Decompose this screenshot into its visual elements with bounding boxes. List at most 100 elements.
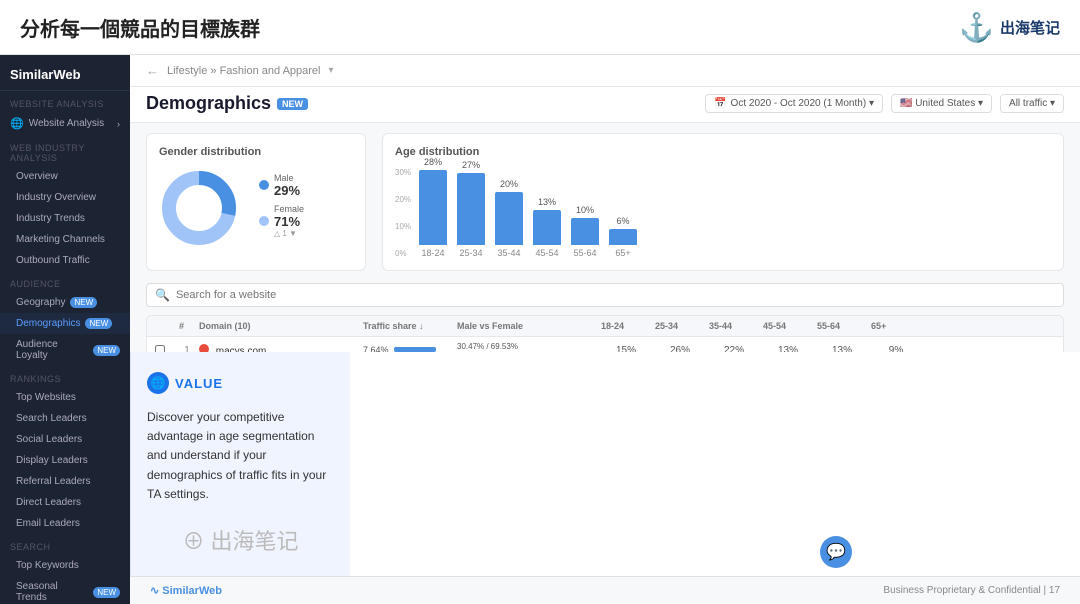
age-bar-group: 10% 55-64 bbox=[571, 205, 599, 258]
mf-cell: 30.47% / 69.53% bbox=[457, 342, 597, 352]
sidebar-section-audience: Audience bbox=[0, 271, 130, 292]
sidebar-item-top-keywords[interactable]: Top Keywords bbox=[0, 555, 130, 576]
chat-button[interactable]: 💬 bbox=[820, 536, 852, 568]
search-bar: 🔍 bbox=[146, 283, 1064, 307]
page-new-badge: NEW bbox=[277, 98, 308, 110]
charts-row: Gender distribution bbox=[146, 133, 1064, 271]
geography-new-badge: NEW bbox=[70, 297, 97, 308]
age-bar bbox=[571, 218, 599, 245]
bottom-legal: Business Proprietary & Confidential | 17 bbox=[883, 585, 1060, 596]
search-input[interactable] bbox=[176, 289, 1055, 301]
sidebar-item-audience-loyalty[interactable]: Audience Loyalty NEW bbox=[0, 334, 130, 366]
page-title-text: Demographics bbox=[146, 93, 271, 114]
domain-cell: macys.com bbox=[199, 344, 359, 353]
filter-row: 📅 Oct 2020 - Oct 2020 (1 Month) ▾ 🇺🇸 Uni… bbox=[705, 94, 1064, 113]
sidebar-item-website-analysis[interactable]: 🌐 Website Analysis › bbox=[0, 112, 130, 135]
sidebar-item-search-leaders[interactable]: Search Leaders bbox=[0, 408, 130, 429]
sidebar-item-email-leaders[interactable]: Email Leaders bbox=[0, 513, 130, 534]
age-1824: 15% bbox=[601, 345, 651, 353]
age-4554: 13% bbox=[763, 345, 813, 353]
sidebar-section-rankings: Rankings bbox=[0, 366, 130, 387]
age-bar bbox=[533, 210, 561, 245]
age-bar-group: 27% 25-34 bbox=[457, 160, 485, 258]
age-bar bbox=[457, 173, 485, 245]
bars-container: 28% 18-24 27% 25-34 20% 35-44 13% 45-54 … bbox=[419, 168, 1051, 258]
age-bar-group: 13% 45-54 bbox=[533, 197, 561, 258]
value-description: Discover your competitive advantage in a… bbox=[147, 408, 334, 504]
value-text: VALUE bbox=[175, 376, 223, 391]
legend-female: Female 71% △ 1 ▼ bbox=[259, 204, 304, 238]
search-icon: 🔍 bbox=[155, 288, 170, 302]
breadcrumb-bar: ← Lifestyle » Fashion and Apparel ▾ bbox=[130, 55, 1080, 87]
breadcrumb-dropdown-icon[interactable]: ▾ bbox=[329, 65, 334, 76]
content-body: Gender distribution bbox=[130, 123, 1080, 352]
page-heading: 分析每一個競品的目標族群 bbox=[20, 13, 260, 42]
sidebar-item-outbound-traffic[interactable]: Outbound Traffic bbox=[0, 250, 130, 271]
date-filter-button[interactable]: 📅 Oct 2020 - Oct 2020 (1 Month) ▾ bbox=[705, 94, 883, 113]
calendar-icon: 📅 bbox=[714, 98, 726, 109]
male-dot bbox=[259, 180, 269, 190]
breadcrumb: Lifestyle » Fashion and Apparel bbox=[167, 65, 321, 77]
sidebar-section-search: Search bbox=[0, 534, 130, 555]
age-bar bbox=[495, 192, 523, 245]
chat-icon: 💬 bbox=[826, 542, 846, 562]
age-2534: 26% bbox=[655, 345, 705, 353]
row-checkbox[interactable] bbox=[155, 345, 175, 352]
sidebar-item-display-leaders[interactable]: Display Leaders bbox=[0, 450, 130, 471]
right-panel: 🌐 VALUE Discover your competitive advant… bbox=[130, 352, 350, 576]
table-header: # Domain (10) Traffic share ↓ Male vs Fe… bbox=[147, 316, 1063, 337]
country-filter-button[interactable]: 🇺🇸 United States ▾ bbox=[891, 94, 992, 113]
seasonal-new-badge: NEW bbox=[93, 587, 120, 598]
page-title-row: Demographics NEW 📅 Oct 2020 - Oct 2020 (… bbox=[130, 87, 1080, 123]
sidebar-item-top-websites[interactable]: Top Websites bbox=[0, 387, 130, 408]
age-3544: 22% bbox=[709, 345, 759, 353]
sidebar-item-industry-overview[interactable]: Industry Overview bbox=[0, 187, 130, 208]
logo-text: 出海笔记 bbox=[1000, 17, 1060, 38]
y-axis: 30% 20% 10% 0% bbox=[395, 168, 411, 258]
donut-container: Male 29% Female 71% bbox=[159, 168, 353, 248]
value-icon: 🌐 bbox=[147, 372, 169, 394]
age-chart-area: 30% 20% 10% 0% 28% 18-24 27% 25-34 20% bbox=[395, 168, 1051, 258]
sidebar-item-demographics[interactable]: Demographics NEW bbox=[0, 313, 130, 334]
age-chart-title: Age distribution bbox=[395, 146, 1051, 158]
sidebar-item-marketing-channels[interactable]: Marketing Channels bbox=[0, 229, 130, 250]
traffic-bar bbox=[394, 347, 436, 352]
age-bar bbox=[419, 170, 447, 245]
sidebar-item-referral-leaders[interactable]: Referral Leaders bbox=[0, 471, 130, 492]
brand-dot bbox=[199, 344, 209, 353]
traffic-filter-button[interactable]: All traffic ▾ bbox=[1000, 94, 1064, 113]
age-bar-group: 20% 35-44 bbox=[495, 179, 523, 258]
sidebar-item-industry-trends[interactable]: Industry Trends bbox=[0, 208, 130, 229]
main-area: SimilarWeb Website Analysis 🌐 Website An… bbox=[0, 55, 1080, 604]
gender-chart-card: Gender distribution bbox=[146, 133, 366, 271]
table-row[interactable]: 1 macys.com 7.64% 30.47% / 69.53% 15% 26… bbox=[147, 337, 1063, 352]
sidebar: SimilarWeb Website Analysis 🌐 Website An… bbox=[0, 55, 130, 604]
female-dot bbox=[259, 216, 269, 226]
sidebar-section-website: Website Analysis bbox=[0, 91, 130, 112]
sidebar-section-industry: Web Industry Analysis bbox=[0, 135, 130, 166]
page-title-group: Demographics NEW bbox=[146, 93, 308, 114]
sidebar-item-seasonal-trends[interactable]: Seasonal Trends NEW bbox=[0, 576, 130, 604]
age-bar bbox=[609, 229, 637, 245]
data-table: # Domain (10) Traffic share ↓ Male vs Fe… bbox=[146, 315, 1064, 352]
rank-cell: 1 bbox=[179, 345, 195, 353]
back-arrow-icon[interactable]: ← bbox=[146, 63, 159, 78]
sidebar-item-direct-leaders[interactable]: Direct Leaders bbox=[0, 492, 130, 513]
table-body: 1 macys.com 7.64% 30.47% / 69.53% 15% 26… bbox=[147, 337, 1063, 352]
sidebar-item-social-leaders[interactable]: Social Leaders bbox=[0, 429, 130, 450]
legend-male: Male 29% bbox=[259, 173, 304, 198]
value-badge: 🌐 VALUE bbox=[147, 372, 334, 394]
content-area: ← Lifestyle » Fashion and Apparel ▾ Demo… bbox=[130, 55, 1080, 352]
wechat-logo: ⊕ 出海笔记 bbox=[147, 524, 334, 556]
bottom-logo: ∿ SimilarWeb bbox=[150, 584, 222, 597]
age-bar-group: 28% 18-24 bbox=[419, 157, 447, 258]
content-wrap: ← Lifestyle » Fashion and Apparel ▾ Demo… bbox=[130, 55, 1080, 604]
sidebar-item-overview[interactable]: Overview bbox=[0, 166, 130, 187]
bottom-bar: ∿ SimilarWeb Business Proprietary & Conf… bbox=[130, 576, 1080, 604]
demographics-new-badge: NEW bbox=[85, 318, 112, 329]
donut-chart-svg bbox=[159, 168, 239, 248]
sidebar-item-geography[interactable]: Geography NEW bbox=[0, 292, 130, 313]
sidebar-logo: SimilarWeb bbox=[0, 55, 130, 91]
donut-legend: Male 29% Female 71% bbox=[259, 173, 304, 244]
chevron-right-icon: › bbox=[117, 119, 120, 129]
